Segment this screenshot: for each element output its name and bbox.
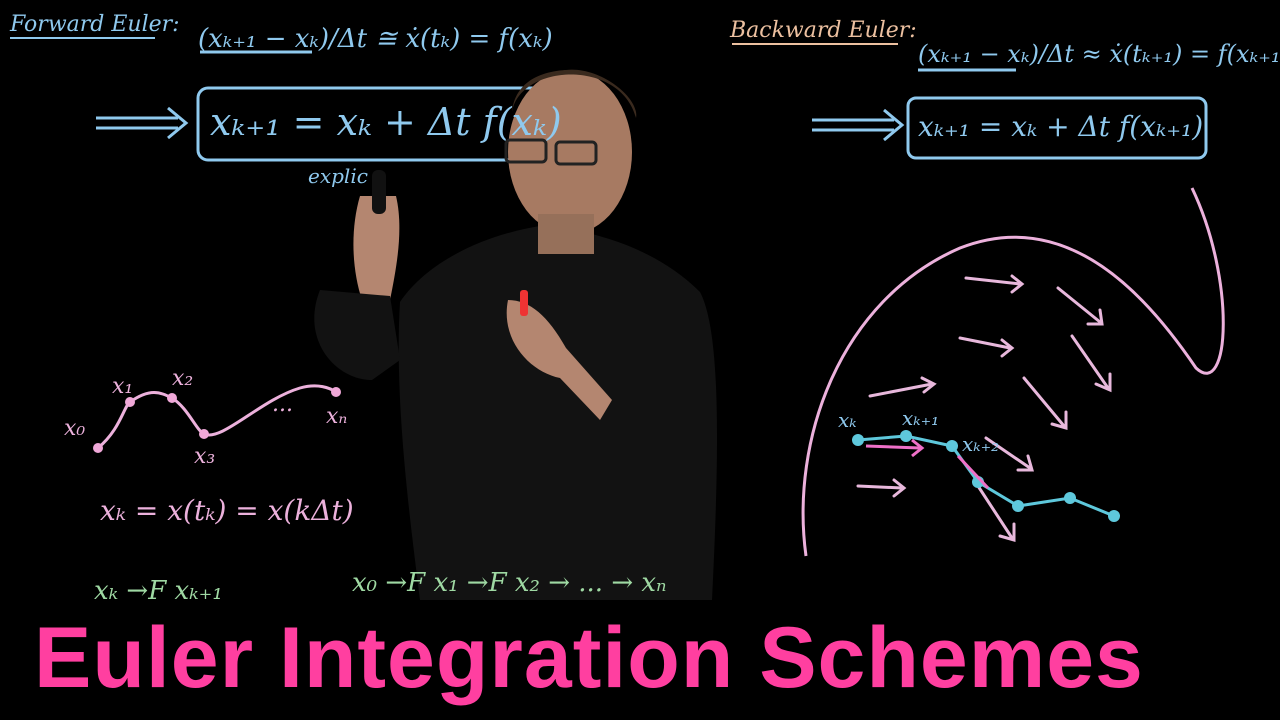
forward-euler-label: Forward Euler: — [10, 12, 180, 37]
forward-derivative-equation: (xₖ₊₁ − xₖ)/Δt ≅ ẋ(tₖ) = f(xₖ) — [198, 24, 553, 54]
trajectory-point-x0 — [93, 443, 103, 453]
backward-euler-label: Backward Euler: — [730, 18, 917, 43]
explicit-label: explic — [308, 164, 368, 188]
state-definition-equation: xₖ = x(tₖ) = x(kΔt) — [100, 494, 354, 527]
trajectory-label-ellipsis: ... — [272, 392, 293, 417]
forward-double-arrow — [96, 106, 189, 140]
flow-boundary — [801, 187, 1225, 557]
trajectory-point-x2 — [167, 393, 177, 403]
map-chain: x₀ →F x₁ →F x₂ → ... → xₙ — [352, 568, 667, 598]
flow-label-xk: xₖ — [838, 408, 857, 432]
trajectory-label-x1: x₁ — [112, 374, 134, 399]
video-title: Euler Integration Schemes — [34, 610, 1144, 706]
trajectory-label-x2: x₂ — [172, 366, 194, 391]
backward-double-arrow — [812, 108, 905, 142]
flow-label-xk1: xₖ₊₁ — [902, 406, 940, 430]
backward-derivative-equation: (xₖ₊₁ − xₖ)/Δt ≈ ẋ(tₖ₊₁) = f(xₖ₊₁) — [918, 40, 1280, 68]
presenter-silhouette — [314, 69, 717, 600]
backward-update-equation: xₖ₊₁ = xₖ + Δt f(xₖ₊₁) — [918, 110, 1204, 143]
trajectory-label-x3: x₃ — [194, 444, 216, 469]
forward-update-equation: xₖ₊₁ = xₖ + Δt f(xₖ) — [210, 100, 562, 144]
trajectory-point-xn — [331, 387, 341, 397]
trajectory-label-xn: xₙ — [326, 404, 348, 429]
trajectory-curve — [97, 384, 337, 450]
flow-label-xk2: xₖ₊₂ — [962, 432, 1000, 456]
trajectory-point-x3 — [199, 429, 209, 439]
trajectory-label-x0: x₀ — [64, 416, 86, 441]
